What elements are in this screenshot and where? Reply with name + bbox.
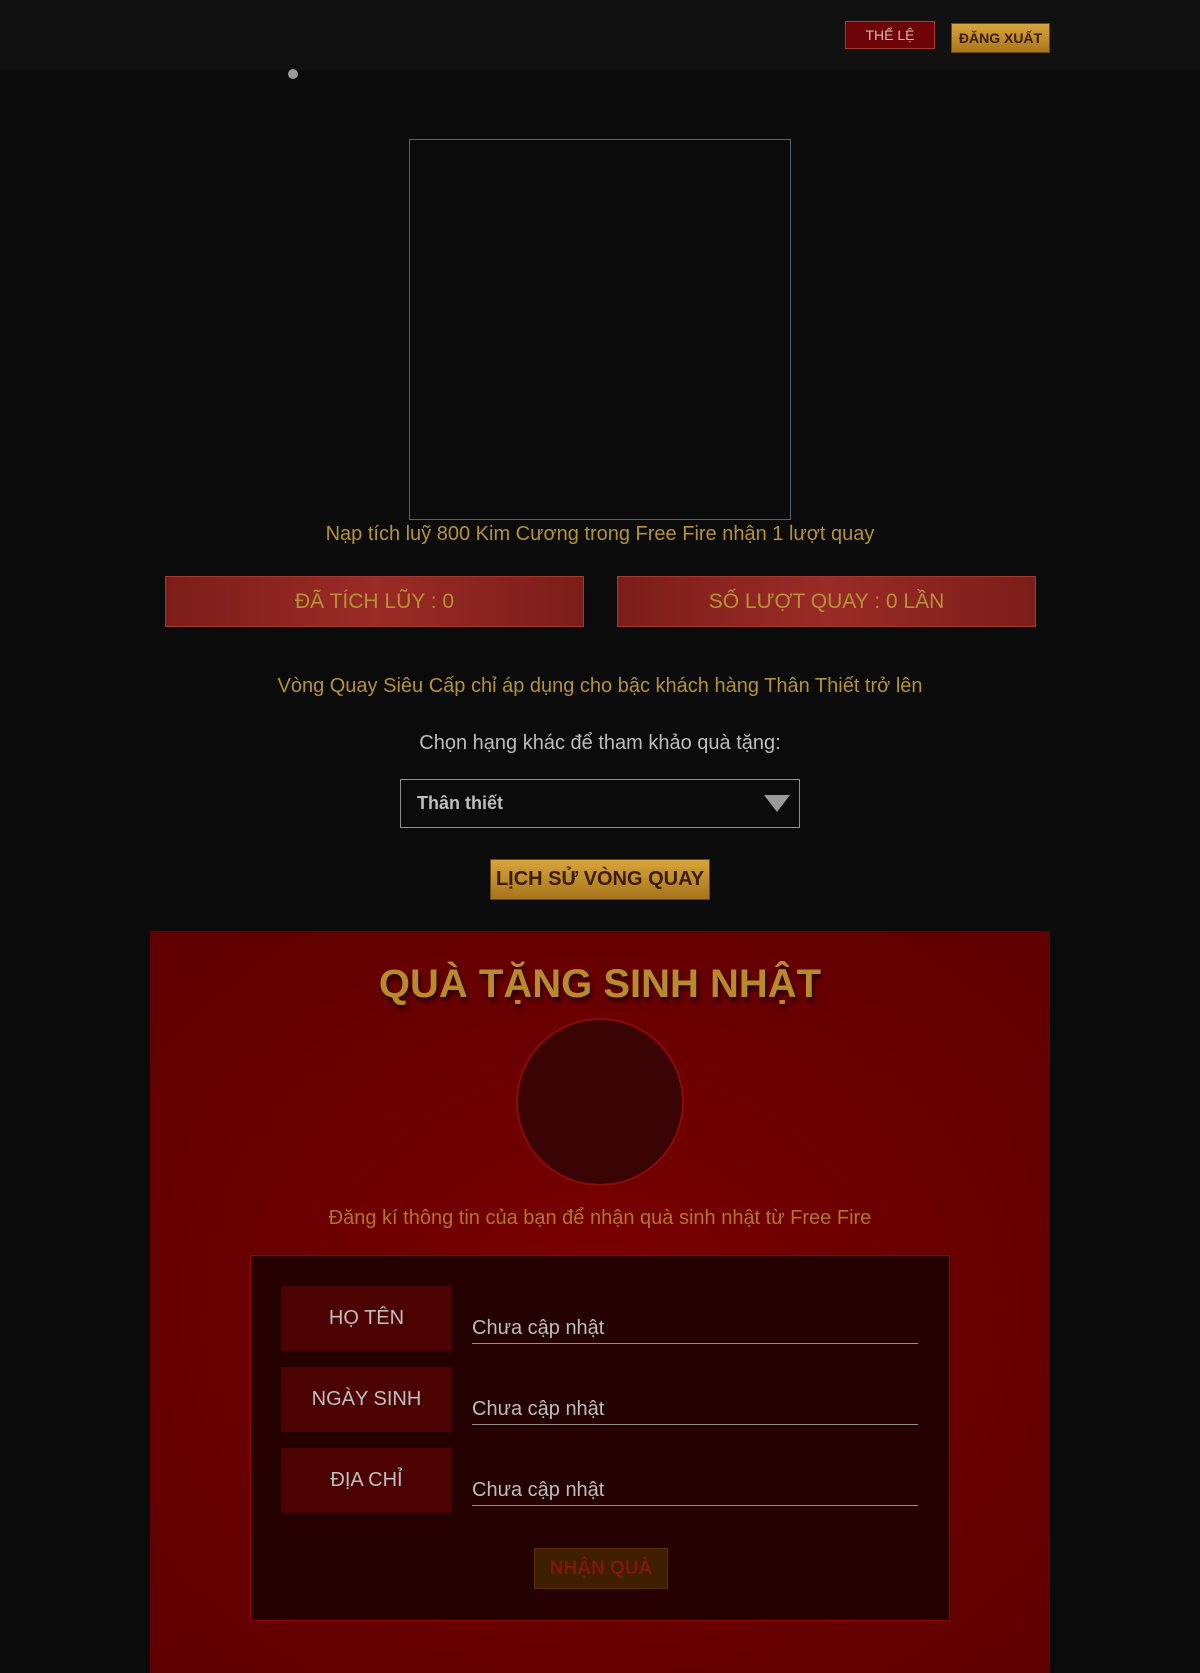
spins-box: SỐ LƯỢT QUAY : 0 LẦN bbox=[617, 576, 1036, 627]
tier-notice: Vòng Quay Siêu Cấp chỉ áp dụng cho bậc k… bbox=[277, 675, 923, 697]
slider-dot[interactable] bbox=[288, 69, 298, 79]
logout-button[interactable]: ĐĂNG XUẤT bbox=[951, 23, 1050, 53]
address-field[interactable]: Chưa cập nhật bbox=[472, 1476, 918, 1506]
birthdate-field[interactable]: Chưa cập nhật bbox=[472, 1395, 918, 1425]
claim-gift-button[interactable]: NHẬN QUÀ bbox=[534, 1548, 668, 1589]
tier-prompt: Chọn hạng khác để tham khảo quà tặng: bbox=[419, 732, 781, 754]
birthday-title: QUÀ TẶNG SINH NHẬT bbox=[378, 962, 822, 1006]
name-label: HỌ TÊN bbox=[281, 1286, 452, 1351]
gift-image-placeholder bbox=[516, 1018, 684, 1186]
tier-select[interactable]: Thân thiết bbox=[400, 779, 800, 828]
birthday-form: HỌ TÊN Chưa cập nhật NGÀY SINH Chưa cập … bbox=[250, 1255, 950, 1621]
wheel-caption: Nạp tích luỹ 800 Kim Cương trong Free Fi… bbox=[325, 523, 875, 545]
dropdown-arrow-icon bbox=[764, 795, 790, 812]
top-bar: THỂ LỆ ĐĂNG XUẤT bbox=[0, 0, 1200, 70]
tier-select-value: Thân thiết bbox=[417, 793, 503, 813]
name-field[interactable]: Chưa cập nhật bbox=[472, 1314, 918, 1344]
accumulated-text: ĐÃ TÍCH LŨY : 0 bbox=[294, 589, 455, 613]
spins-text: SỐ LƯỢT QUAY : 0 LẦN bbox=[708, 589, 945, 613]
birthdate-label: NGÀY SINH bbox=[281, 1367, 452, 1432]
address-label: ĐỊA CHỈ bbox=[281, 1448, 452, 1513]
spin-history-button[interactable]: LỊCH SỬ VÒNG QUAY bbox=[490, 859, 710, 900]
lucky-wheel-frame bbox=[409, 139, 791, 520]
birthday-gift-panel: QUÀ TẶNG SINH NHẬT Đăng kí thông tin của… bbox=[150, 931, 1050, 1673]
birthday-subtitle: Đăng kí thông tin của bạn để nhận quà si… bbox=[328, 1207, 872, 1229]
accumulated-box: ĐÃ TÍCH LŨY : 0 bbox=[165, 576, 584, 627]
rules-button[interactable]: THỂ LỆ bbox=[845, 21, 935, 49]
